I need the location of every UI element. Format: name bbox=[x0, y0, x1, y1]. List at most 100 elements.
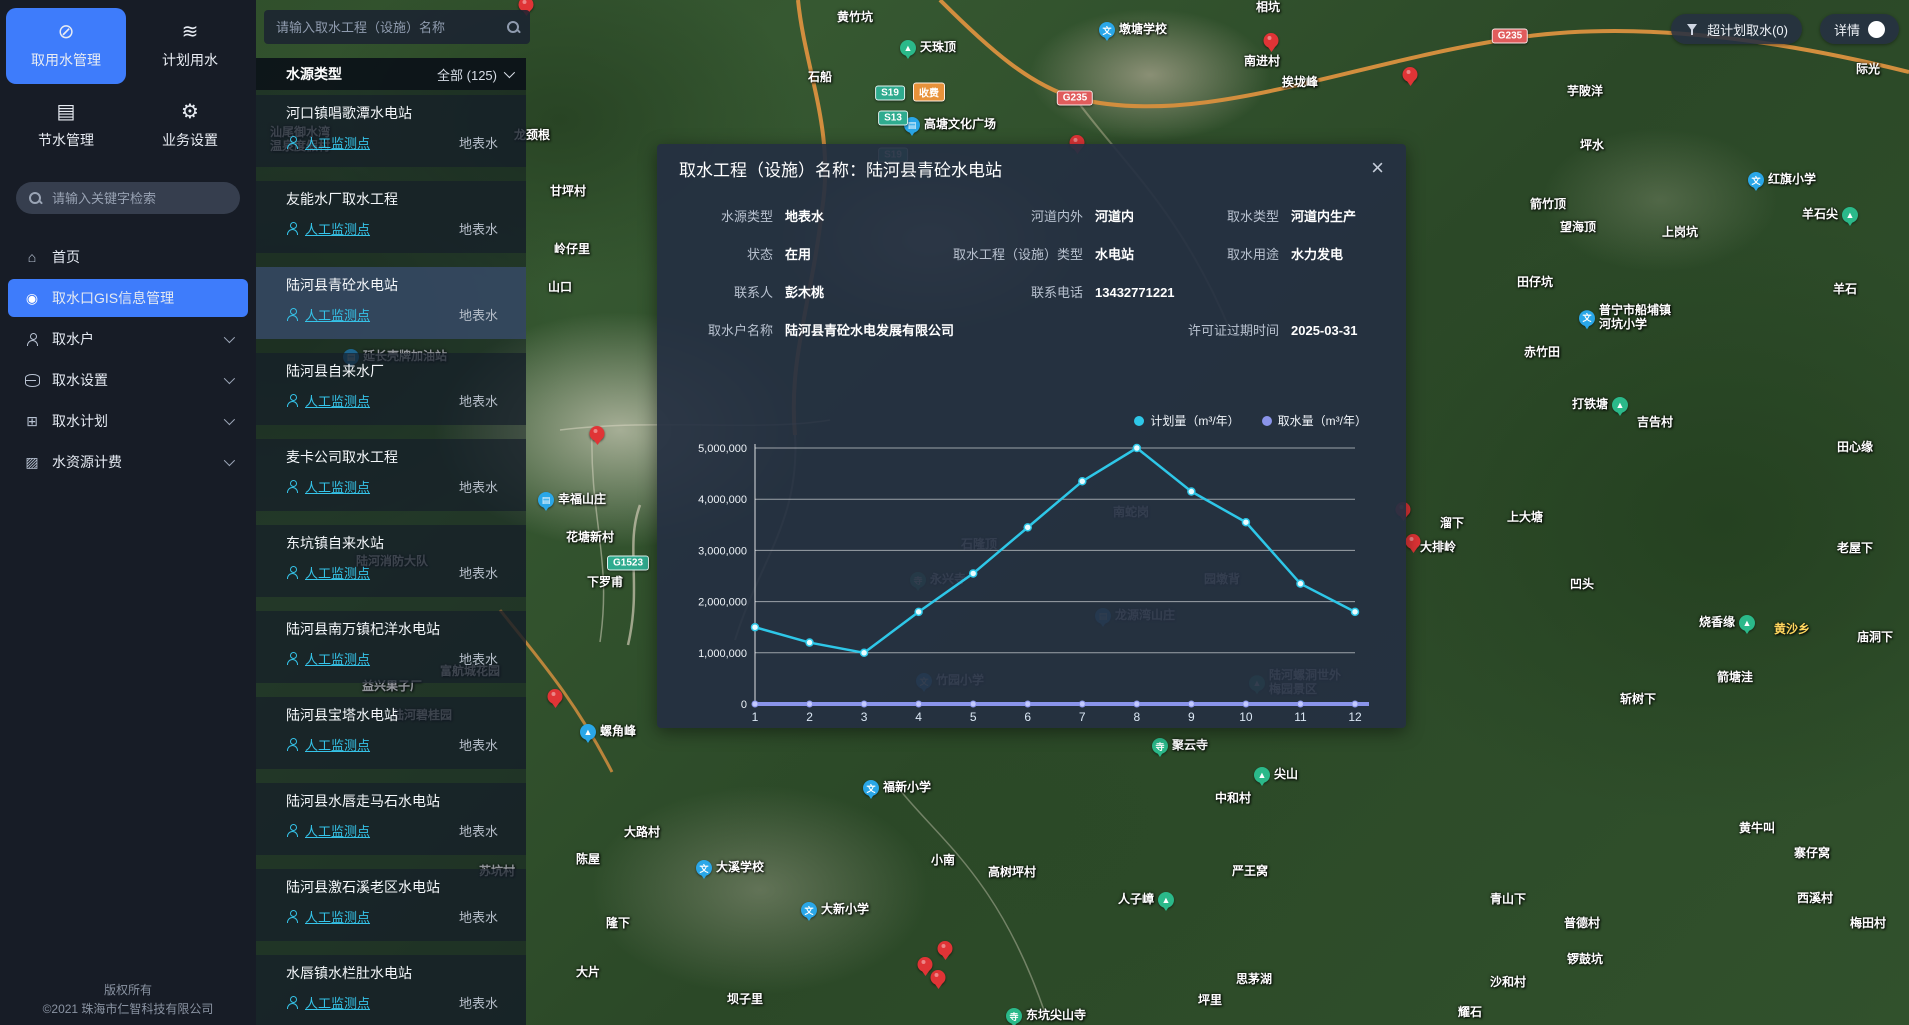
map-label-text: 下罗甫 bbox=[587, 576, 623, 590]
station-list-item[interactable]: 陆河县青砼水电站人工监测点地表水 bbox=[256, 267, 526, 339]
road-badge: S13 bbox=[878, 111, 908, 126]
monitor-point-link[interactable]: 人工监测点 bbox=[286, 477, 370, 496]
map-place-label: 小南 bbox=[931, 854, 955, 868]
map-place-label: 相坑 bbox=[1256, 1, 1280, 15]
monitor-point-link[interactable]: 人工监测点 bbox=[286, 219, 370, 238]
monitor-point-link[interactable]: 人工监测点 bbox=[286, 305, 370, 324]
map-place-label: 文福新小学 bbox=[863, 780, 931, 796]
chart-icon: ▨ bbox=[24, 454, 40, 471]
detail-field: 状态在用 bbox=[681, 244, 933, 263]
sidebar-search-input[interactable] bbox=[50, 190, 230, 207]
sidebar-item-label: 取水设置 bbox=[52, 370, 212, 390]
app-button-1[interactable]: ≋计划用水 bbox=[130, 8, 250, 84]
water-point-pin-icon[interactable] bbox=[1264, 33, 1279, 48]
over-plan-button[interactable]: 超计划取水(0) bbox=[1671, 14, 1802, 44]
station-list-item[interactable]: 陆河县激石溪老区水电站人工监测点地表水 bbox=[256, 869, 526, 941]
map-label-line: 普宁市船埔镇 bbox=[1599, 304, 1671, 318]
water-point-pin-icon[interactable] bbox=[1406, 534, 1421, 549]
detail-field: 许可证过期时间2025-03-31 bbox=[1181, 320, 1382, 339]
station-list-item[interactable]: 陆河县自来水厂人工监测点地表水 bbox=[256, 353, 526, 425]
app-button-2[interactable]: ▤节水管理 bbox=[6, 88, 126, 164]
monitor-point-link[interactable]: 人工监测点 bbox=[286, 563, 370, 582]
user-icon bbox=[26, 333, 39, 346]
station-list-item[interactable]: 友能水厂取水工程人工监测点地表水 bbox=[256, 181, 526, 253]
map-label-line: 箭塘洼 bbox=[1717, 671, 1753, 685]
legend-item-plan[interactable]: 计划量（m³/年） bbox=[1134, 412, 1239, 429]
map-label-text: 高塘文化广场 bbox=[924, 118, 996, 132]
map-label-line: 隆下 bbox=[606, 917, 630, 931]
person-icon bbox=[286, 480, 299, 493]
map-place-label: 望海顶 bbox=[1560, 221, 1596, 235]
temple-marker-icon: 寺 bbox=[1006, 1008, 1022, 1024]
station-panel: 水源类型 全部 (125) 河口镇唱歌潭水电站人工监测点地表水友能水厂取水工程人… bbox=[256, 0, 526, 1025]
monitor-point-label: 人工监测点 bbox=[305, 391, 370, 410]
station-list-item[interactable]: 麦卡公司取水工程人工监测点地表水 bbox=[256, 439, 526, 511]
sidebar-search[interactable] bbox=[16, 182, 240, 214]
monitor-point-link[interactable]: 人工监测点 bbox=[286, 735, 370, 754]
svg-text:10: 10 bbox=[1239, 710, 1253, 724]
monitor-point-link[interactable]: 人工监测点 bbox=[286, 391, 370, 410]
field-value: 河道内生产 bbox=[1291, 206, 1356, 225]
map-place-label: ▲烧香缘 bbox=[1699, 615, 1755, 631]
water-point-pin-icon[interactable] bbox=[938, 941, 953, 956]
map-label-text: 大片 bbox=[576, 966, 600, 980]
map-label-line: 赤竹田 bbox=[1524, 346, 1560, 360]
monitor-point-link[interactable]: 人工监测点 bbox=[286, 993, 370, 1012]
sidebar-item-2[interactable]: 取水户 bbox=[8, 320, 248, 358]
topbar-controls: 超计划取水(0) 详情 bbox=[1671, 14, 1899, 44]
station-list-item[interactable]: 河口镇唱歌潭水电站人工监测点地表水 bbox=[256, 95, 526, 167]
sidebar-item-3[interactable]: 取水设置 bbox=[8, 361, 248, 399]
monitor-point-link[interactable]: 人工监测点 bbox=[286, 821, 370, 840]
monitor-point-link[interactable]: 人工监测点 bbox=[286, 133, 370, 152]
water-point-pin-icon[interactable] bbox=[590, 426, 605, 441]
map-label-line: 岭仔里 bbox=[554, 243, 590, 257]
svg-text:2,000,000: 2,000,000 bbox=[698, 597, 747, 609]
station-search[interactable] bbox=[264, 10, 530, 44]
map-place-label: 文普宁市船埔镇河坑小学 bbox=[1579, 304, 1671, 332]
sidebar-item-0[interactable]: ⌂首页 bbox=[8, 238, 248, 276]
water-point-pin-icon[interactable] bbox=[548, 689, 563, 704]
station-list-item[interactable]: 陆河县南万镇杞洋水电站人工监测点地表水 bbox=[256, 611, 526, 683]
water-point-pin-icon[interactable] bbox=[918, 957, 933, 972]
app-button-3[interactable]: ⚙业务设置 bbox=[130, 88, 250, 164]
field-label: 取水类型 bbox=[1181, 206, 1279, 225]
detail-field: 水源类型地表水 bbox=[681, 206, 933, 225]
map-label-text: 石船 bbox=[808, 71, 832, 85]
map-label-text: 大排岭 bbox=[1420, 541, 1456, 555]
chart-legend: 计划量（m³/年） 取水量（m³/年） bbox=[1134, 412, 1367, 429]
sidebar-item-5[interactable]: ▨水资源计费 bbox=[8, 443, 248, 481]
station-search-input[interactable] bbox=[274, 19, 498, 36]
detail-toggle[interactable]: 详情 bbox=[1820, 14, 1899, 44]
water-point-pin-icon[interactable] bbox=[931, 970, 946, 985]
close-icon[interactable]: × bbox=[1371, 157, 1384, 179]
map-place-label: 老屋下 bbox=[1837, 542, 1873, 556]
map-label-text: 高树坪村 bbox=[988, 866, 1036, 880]
map-label-line: 青山下 bbox=[1490, 893, 1526, 907]
map-place-label: ▲尖山 bbox=[1254, 767, 1298, 783]
map-place-label: 普德村 bbox=[1564, 917, 1600, 931]
station-list-item[interactable]: 陆河县宝塔水电站人工监测点地表水 bbox=[256, 697, 526, 769]
legend-item-intake[interactable]: 取水量（m³/年） bbox=[1262, 412, 1367, 429]
monitor-point-link[interactable]: 人工监测点 bbox=[286, 649, 370, 668]
map-place-label: 大排岭 bbox=[1420, 541, 1456, 555]
station-list-item[interactable]: 陆河县水唇走马石水电站人工监测点地表水 bbox=[256, 783, 526, 855]
toggle-knob[interactable] bbox=[1868, 21, 1885, 38]
monitor-point-label: 人工监测点 bbox=[305, 821, 370, 840]
station-list-item[interactable]: 水唇镇水栏肚水电站人工监测点地表水 bbox=[256, 955, 526, 1025]
line-chart: 01,000,0002,000,0003,000,0004,000,0005,0… bbox=[683, 428, 1383, 724]
station-meta: 人工监测点地表水 bbox=[286, 821, 512, 840]
station-name: 陆河县激石溪老区水电站 bbox=[286, 877, 512, 897]
modal-titlebar: 取水工程（设施）名称：陆河县青砼水电站 × bbox=[657, 144, 1406, 192]
sidebar-item-1[interactable]: ◉取水口GIS信息管理 bbox=[8, 279, 248, 317]
map-place-label: 大路村 bbox=[624, 826, 660, 840]
water-point-pin-icon[interactable] bbox=[1403, 67, 1418, 82]
map-label-text: 大路村 bbox=[624, 826, 660, 840]
app-button-0[interactable]: ⊘取用水管理 bbox=[6, 8, 126, 84]
filter-dropdown[interactable]: 全部 (125) bbox=[437, 65, 512, 84]
sidebar-item-4[interactable]: ⊞取水计划 bbox=[8, 402, 248, 440]
map-label-text: 锣鼓坑 bbox=[1567, 953, 1603, 967]
map-label-line: 花塘新村 bbox=[566, 531, 614, 545]
station-list-item[interactable]: 东坑镇自来水站人工监测点地表水 bbox=[256, 525, 526, 597]
monitor-point-link[interactable]: 人工监测点 bbox=[286, 907, 370, 926]
map-label-line: 梅田村 bbox=[1850, 917, 1886, 931]
